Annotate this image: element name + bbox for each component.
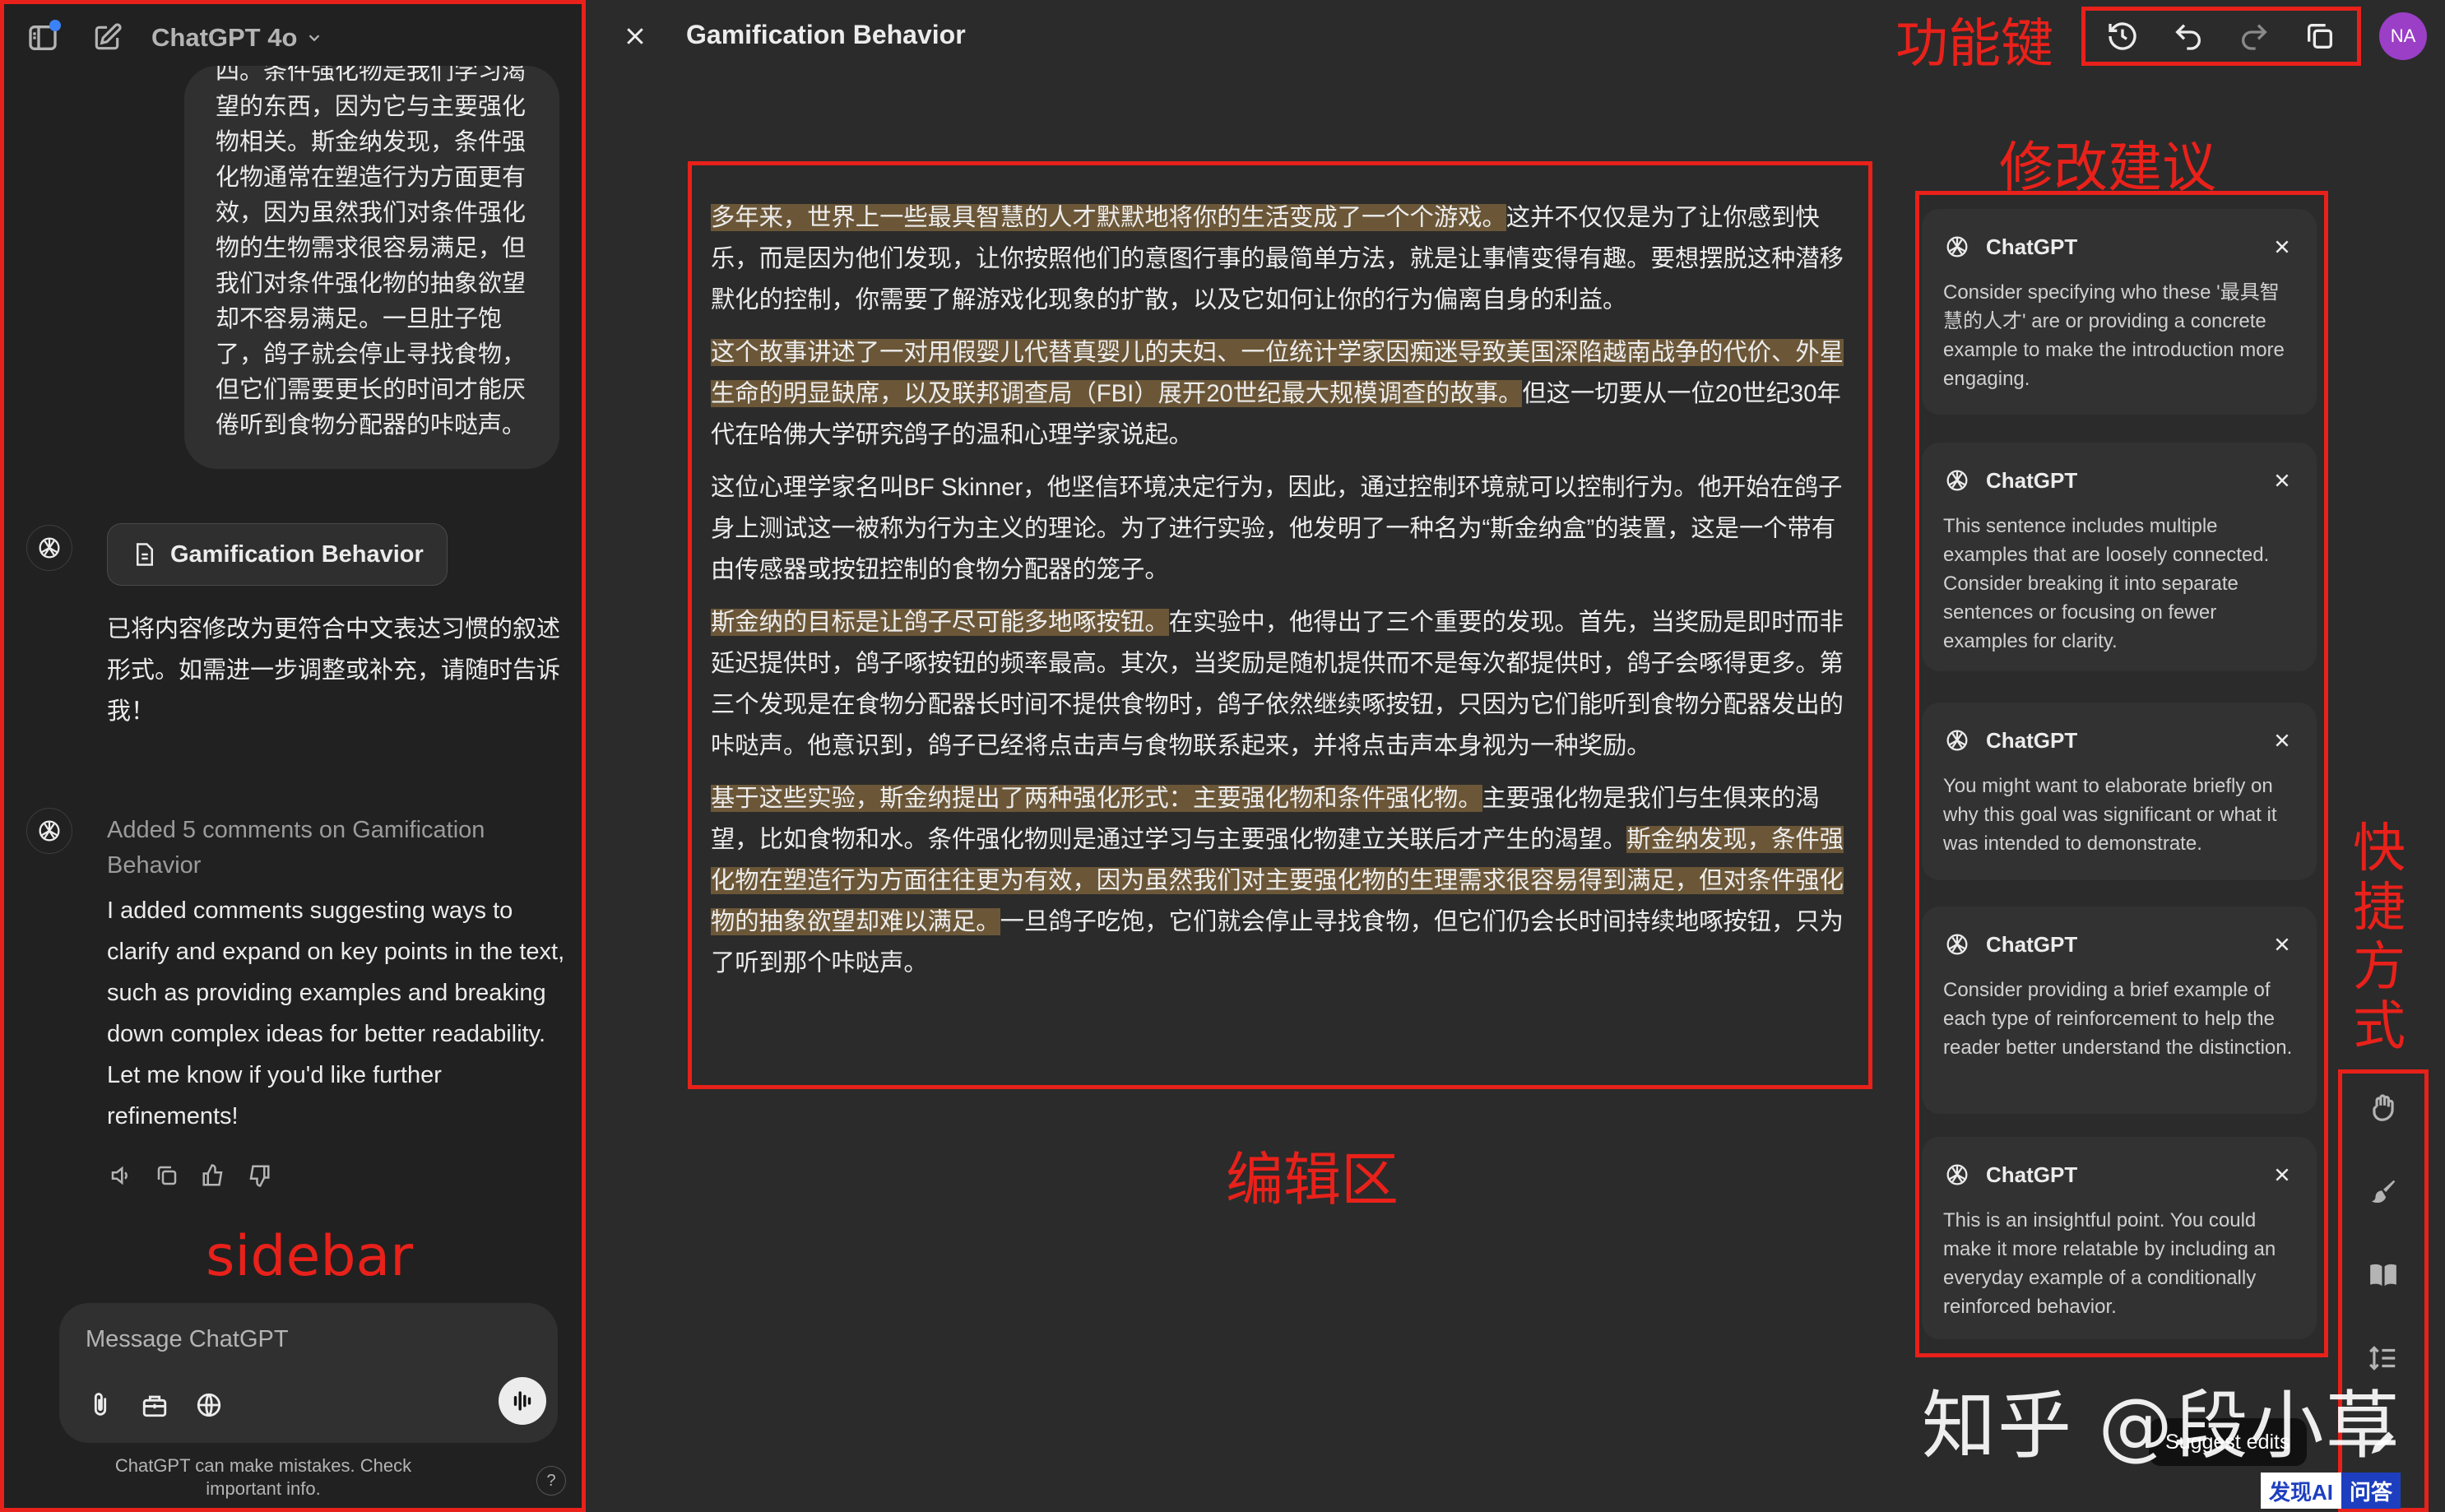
annotation-editor-label: 编辑区: [1226, 1146, 1399, 1213]
close-canvas-button[interactable]: [615, 16, 655, 56]
site-badge-right: 问答: [2341, 1473, 2401, 1509]
annotation-toolbar-label: 功能键: [1895, 14, 2053, 75]
document-title: Gamification Behavior: [686, 20, 966, 49]
site-badge: 发现AI 问答: [2261, 1473, 2401, 1509]
annotation-toolbar-box: [2081, 7, 2361, 66]
annotation-editor-box: [688, 161, 1872, 1089]
site-badge-left: 发现AI: [2261, 1473, 2342, 1509]
user-avatar[interactable]: NA: [2379, 12, 2427, 60]
close-icon: [627, 28, 643, 44]
annotation-shortcuts-label: 快捷方式: [2353, 819, 2406, 1057]
annotation-comments-box: [1915, 191, 2328, 1357]
annotation-comments-label: 修改建议: [1999, 136, 2216, 199]
annotation-sidebar-label: sidebar: [206, 1224, 414, 1289]
watermark: 知乎 @段小草: [1922, 1383, 2401, 1469]
